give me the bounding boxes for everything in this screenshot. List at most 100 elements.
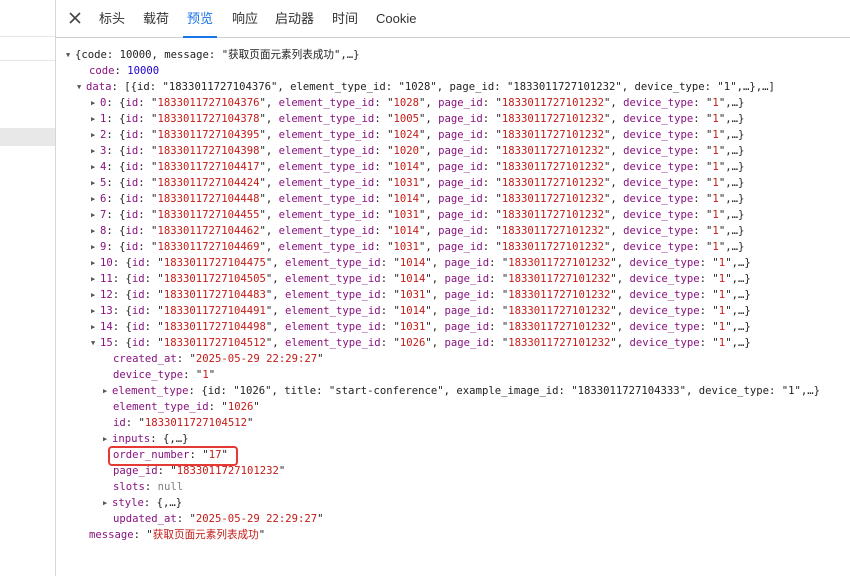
- item-id: 1833011727104455: [157, 209, 260, 221]
- data-item-row[interactable]: ▶ 1: {id: "1833011727104378", element_typ…: [91, 111, 744, 127]
- data-item-row[interactable]: ▼ 15: {id: "1833011727104512", element_ty…: [91, 335, 751, 351]
- item-element-type-id: 1031: [393, 177, 419, 189]
- value-page-id: 1833011727101232: [176, 465, 279, 477]
- data-item-row[interactable]: ▶ 12: {id: "1833011727104483", element_ty…: [91, 287, 751, 303]
- item-index: 12: [100, 289, 113, 301]
- collapse-triangle-icon[interactable]: ▼: [91, 335, 100, 351]
- expand-triangle-icon[interactable]: ▶: [103, 495, 112, 511]
- expand-triangle-icon[interactable]: ▶: [91, 127, 100, 143]
- item-id: 1833011727104469: [157, 241, 260, 253]
- item-page-id: 1833011727101232: [501, 209, 604, 221]
- close-icon[interactable]: [66, 9, 84, 27]
- expand-triangle-icon[interactable]: ▶: [103, 383, 112, 399]
- data-item-row[interactable]: ▶ 5: {id: "1833011727104424", element_typ…: [91, 175, 744, 191]
- data-item-row[interactable]: ▶ 10: {id: "1833011727104475", element_ty…: [91, 255, 751, 271]
- tab-timing[interactable]: 时间: [332, 0, 358, 37]
- value-slots: null: [157, 481, 184, 493]
- expand-triangle-icon[interactable]: ▶: [91, 111, 100, 127]
- item-id: 1833011727104395: [157, 129, 260, 141]
- data-item-row[interactable]: ▶ 8: {id: "1833011727104462", element_typ…: [91, 223, 744, 239]
- tree-row-inputs[interactable]: ▶ inputs: {,…}: [103, 431, 189, 447]
- tree-row-element-type[interactable]: ▶ element_type: {id: "1026", title: "star…: [103, 383, 820, 399]
- tree-row-data[interactable]: ▼ data: [{id: "1833011727104376", element…: [77, 79, 775, 95]
- request-list-item-selected[interactable]: [0, 128, 55, 146]
- item-page-id: 1833011727101232: [501, 161, 604, 173]
- item-page-id: 1833011727101232: [501, 177, 604, 189]
- item-page-id: 1833011727101232: [501, 241, 604, 253]
- item-id: 1833011727104424: [157, 177, 260, 189]
- expand-triangle-icon[interactable]: ▶: [91, 255, 100, 271]
- item-element-type-id: 1014: [393, 161, 419, 173]
- expand-triangle-icon[interactable]: ▶: [91, 319, 100, 335]
- root-summary: {code: 10000, message: "获取页面元素列表成功",…}: [75, 49, 360, 61]
- data-summary: [{id: "1833011727104376", element_type_i…: [124, 81, 775, 93]
- item-element-type-id: 1014: [399, 305, 426, 317]
- data-item-row[interactable]: ▶ 14: {id: "1833011727104498", element_ty…: [91, 319, 751, 335]
- collapse-triangle-icon[interactable]: ▼: [77, 79, 86, 95]
- data-item-row[interactable]: ▶ 2: {id: "1833011727104395", element_typ…: [91, 127, 744, 143]
- item-page-id: 1833011727101232: [501, 97, 604, 109]
- item-page-id: 1833011727101232: [501, 225, 604, 237]
- data-item-row[interactable]: ▶ 11: {id: "1833011727104505", element_ty…: [91, 271, 751, 287]
- item-id: 1833011727104491: [163, 305, 266, 317]
- item-page-id: 1833011727101232: [508, 337, 611, 349]
- expand-triangle-icon[interactable]: ▶: [91, 159, 100, 175]
- tree-row-created-at: created_at: "2025-05-29 22:29:27": [113, 353, 324, 365]
- expand-triangle-icon[interactable]: ▶: [91, 239, 100, 255]
- data-item-row[interactable]: ▶ 9: {id: "1833011727104469", element_typ…: [91, 239, 744, 255]
- tree-row-message: message: "获取页面元素列表成功": [89, 529, 266, 541]
- item-page-id: 1833011727101232: [501, 145, 604, 157]
- expand-triangle-icon[interactable]: ▶: [91, 287, 100, 303]
- expand-triangle-icon[interactable]: ▶: [91, 223, 100, 239]
- tree-row-style[interactable]: ▶ style: {,…}: [103, 495, 182, 511]
- item-element-type-id: 1024: [393, 129, 419, 141]
- data-item-row[interactable]: ▶ 6: {id: "1833011727104448", element_typ…: [91, 191, 744, 207]
- item-id: 1833011727104498: [163, 321, 266, 333]
- value-element-type-id: 1026: [227, 401, 254, 413]
- item-element-type-id: 1014: [399, 257, 426, 269]
- data-item-row[interactable]: ▶ 0: {id: "1833011727104376", element_typ…: [91, 95, 744, 111]
- expand-triangle-icon[interactable]: ▶: [91, 143, 100, 159]
- item-element-type-id: 1005: [393, 113, 419, 125]
- item-index: 13: [100, 305, 113, 317]
- request-list-pane: [0, 0, 56, 576]
- item-page-id: 1833011727101232: [501, 113, 604, 125]
- data-item-row[interactable]: ▶ 7: {id: "1833011727104455", element_typ…: [91, 207, 744, 223]
- item-id: 1833011727104448: [157, 193, 260, 205]
- tab-initiator[interactable]: 启动器: [275, 0, 314, 37]
- item-id: 1833011727104398: [157, 145, 260, 157]
- tree-row-updated-at: updated_at: "2025-05-29 22:29:27": [113, 513, 324, 525]
- item-page-id: 1833011727101232: [508, 273, 611, 285]
- tab-cookie[interactable]: Cookie: [376, 0, 416, 37]
- expand-triangle-icon[interactable]: ▶: [91, 303, 100, 319]
- key-data: data: [86, 81, 112, 93]
- item-id: 1833011727104417: [157, 161, 260, 173]
- key-code: code: [89, 65, 115, 77]
- item-index: 15: [100, 337, 113, 349]
- tab-preview[interactable]: 预览: [182, 0, 218, 38]
- expand-triangle-icon[interactable]: ▶: [91, 271, 100, 287]
- tab-response[interactable]: 响应: [232, 0, 258, 37]
- expand-triangle-icon[interactable]: ▶: [103, 431, 112, 447]
- item-element-type-id: 1031: [399, 321, 426, 333]
- item-element-type-id: 1014: [393, 225, 419, 237]
- data-item-row[interactable]: ▶ 4: {id: "1833011727104417", element_typ…: [91, 159, 744, 175]
- item-element-type-id: 1031: [393, 241, 419, 253]
- item-page-id: 1833011727101232: [501, 129, 604, 141]
- item-index: 10: [100, 257, 113, 269]
- expand-triangle-icon[interactable]: ▶: [91, 207, 100, 223]
- divider: [0, 36, 55, 37]
- item-page-id: 1833011727101232: [508, 321, 611, 333]
- item-id: 1833011727104512: [163, 337, 266, 349]
- tree-root-row[interactable]: ▼ {code: 10000, message: "获取页面元素列表成功",…}: [66, 47, 360, 63]
- data-item-row[interactable]: ▶ 3: {id: "1833011727104398", element_typ…: [91, 143, 744, 159]
- tab-payload[interactable]: 载荷: [143, 0, 169, 37]
- data-item-row[interactable]: ▶ 13: {id: "1833011727104491", element_ty…: [91, 303, 751, 319]
- item-index: 11: [100, 273, 113, 285]
- expand-triangle-icon[interactable]: ▶: [91, 95, 100, 111]
- tab-headers[interactable]: 标头: [99, 0, 125, 37]
- expand-triangle-icon[interactable]: ▶: [91, 191, 100, 207]
- expand-triangle-icon[interactable]: ▶: [91, 175, 100, 191]
- collapse-triangle-icon[interactable]: ▼: [66, 47, 75, 63]
- order-number-highlight-box: [108, 446, 238, 466]
